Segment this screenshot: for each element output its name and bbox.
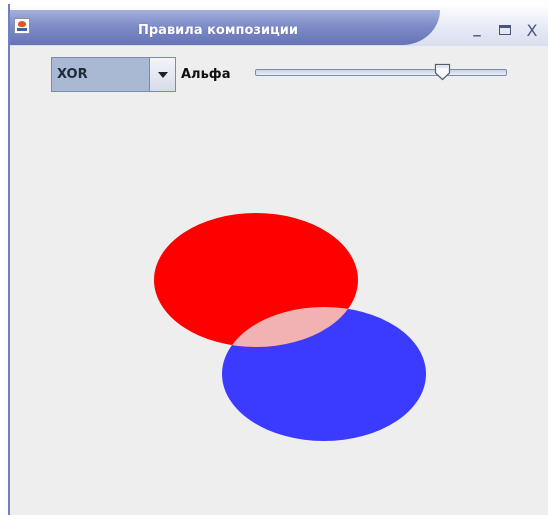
title-bar[interactable]: Правила композиции _ X	[10, 4, 548, 46]
composition-canvas	[154, 213, 426, 441]
minimize-button[interactable]: _	[469, 20, 485, 36]
alpha-label: Альфа	[181, 67, 231, 82]
app-window: Правила композиции _ X XOR Альфа	[8, 4, 548, 515]
dropdown-button[interactable]	[149, 58, 175, 91]
alpha-slider-track[interactable]	[255, 69, 507, 76]
composition-rule-select[interactable]: XOR	[51, 57, 176, 92]
maximize-button[interactable]	[497, 23, 513, 39]
alpha-slider[interactable]	[255, 63, 507, 83]
alpha-slider-thumb[interactable]	[434, 63, 451, 81]
close-button[interactable]: X	[524, 23, 540, 39]
chevron-down-icon	[158, 72, 168, 78]
composition-rule-value: XOR	[57, 67, 88, 82]
java-app-icon[interactable]	[14, 18, 30, 34]
window-title: Правила композиции	[138, 23, 298, 38]
maximize-icon	[499, 25, 511, 35]
